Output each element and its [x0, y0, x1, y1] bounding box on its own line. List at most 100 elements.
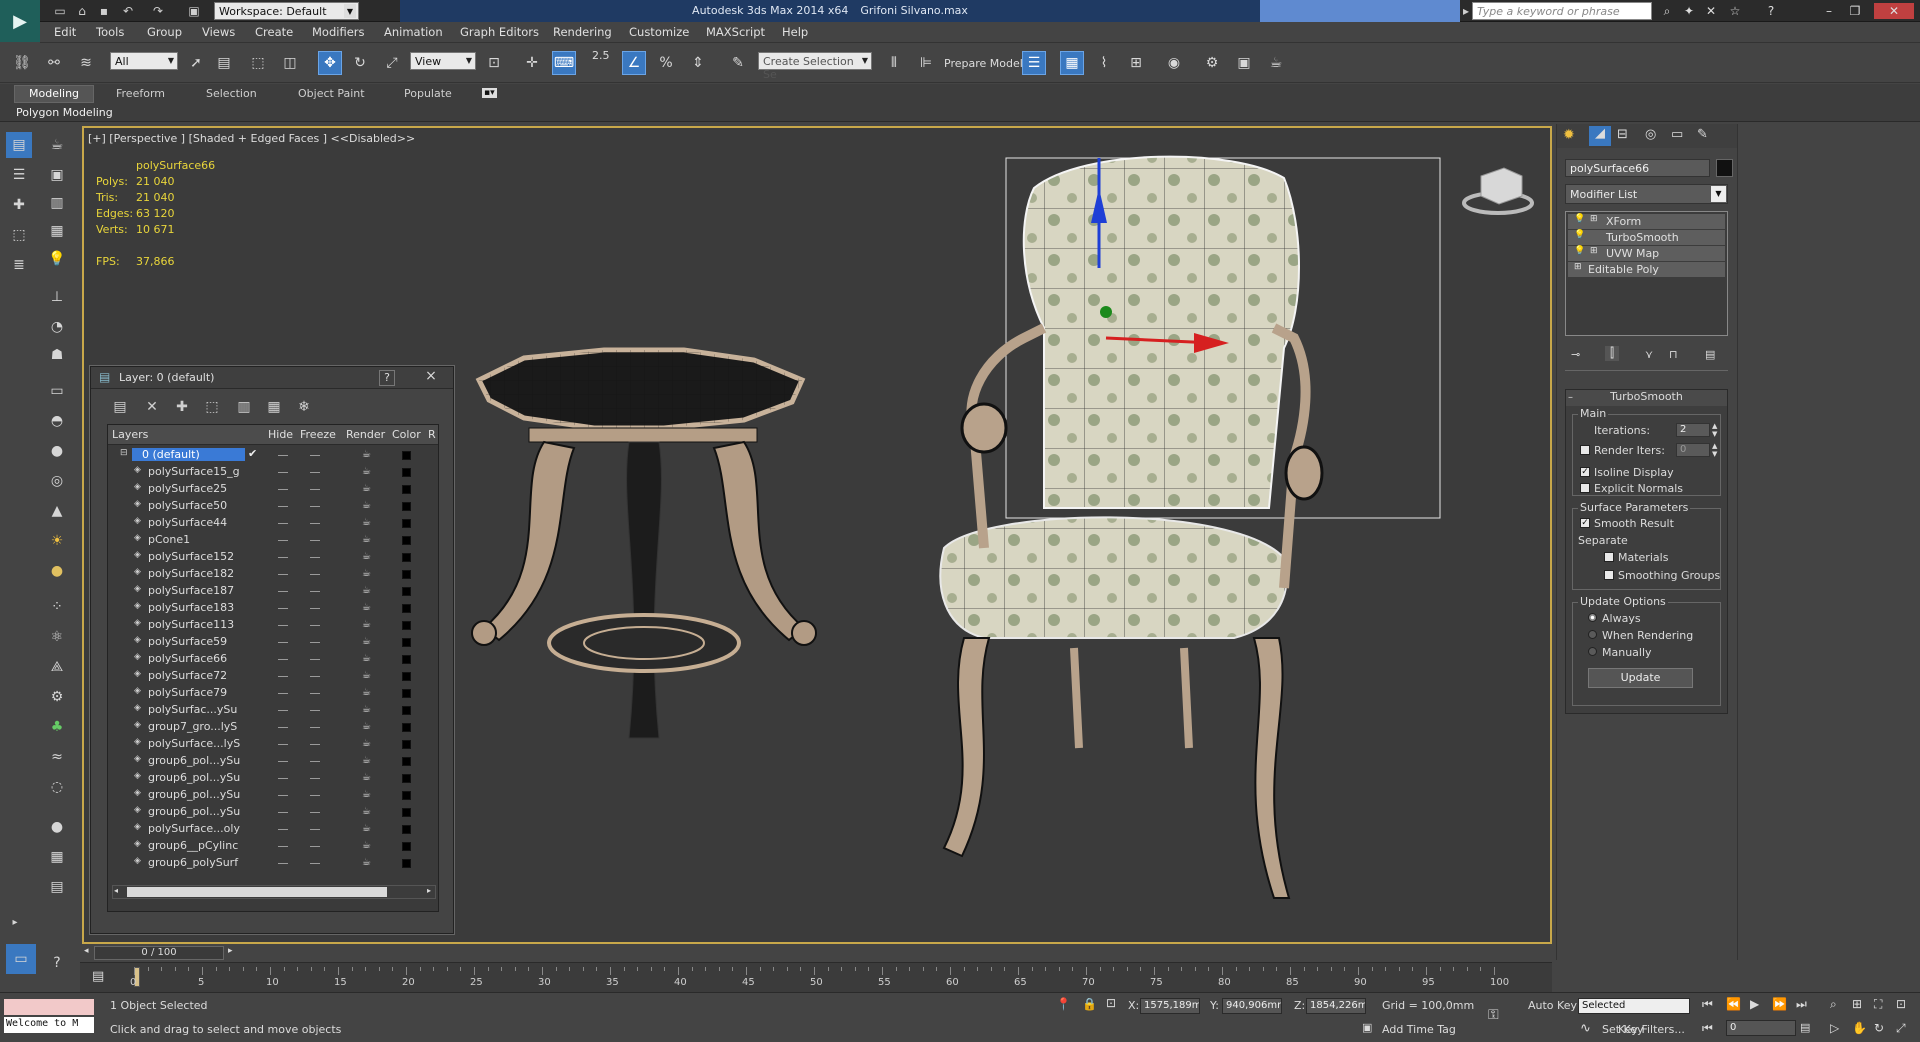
- hide-toggle[interactable]: [278, 744, 288, 745]
- layer-row[interactable]: ◈ polySurface183 ☕: [108, 600, 438, 617]
- layer-color-swatch[interactable]: [402, 842, 411, 851]
- modifier-editable-poly[interactable]: ⊞ Editable Poly: [1568, 262, 1725, 277]
- menu-create[interactable]: Create: [255, 25, 293, 39]
- hide-toggle[interactable]: [278, 472, 288, 473]
- object-icon[interactable]: ◈: [134, 516, 141, 526]
- zoom-all-icon[interactable]: ⊞: [1852, 997, 1862, 1011]
- render-teapot-icon[interactable]: ☕: [362, 687, 371, 698]
- workspace-dropdown[interactable]: Workspace: Default: [214, 2, 359, 20]
- highlight-layer-icon[interactable]: ▥: [233, 397, 255, 417]
- layer-color-swatch[interactable]: [402, 774, 411, 783]
- render-teapot-icon[interactable]: ☕: [362, 772, 371, 783]
- layer-color-swatch[interactable]: [402, 723, 411, 732]
- sphere-small-icon[interactable]: ●: [44, 814, 70, 840]
- layer-name[interactable]: polySurface187: [148, 584, 248, 597]
- next-frame-icon[interactable]: ⏩: [1772, 997, 1787, 1011]
- remove-modifier-icon[interactable]: ⊓: [1669, 348, 1678, 361]
- layer-name[interactable]: group7_gro...lyS: [148, 720, 248, 733]
- hide-toggle[interactable]: [278, 625, 288, 626]
- object-icon[interactable]: ◈: [134, 499, 141, 509]
- tab-object-paint[interactable]: Object Paint: [298, 87, 365, 100]
- layer-row[interactable]: ◈ group6_polySurf ☕: [108, 855, 438, 872]
- create-new-layer-icon[interactable]: ▤: [109, 397, 131, 417]
- modifier-xform[interactable]: 💡 ⊞ XForm: [1568, 214, 1725, 229]
- molecule-icon[interactable]: ⚛: [44, 624, 70, 650]
- object-icon[interactable]: ◈: [134, 771, 141, 781]
- layer-name[interactable]: group6_polySurf: [148, 856, 248, 869]
- save-icon[interactable]: ▪: [96, 3, 112, 19]
- favorites-icon[interactable]: ☆: [1726, 3, 1744, 19]
- render-teapot-icon[interactable]: ☕: [362, 738, 371, 749]
- pivot-center-icon[interactable]: ⊡: [482, 51, 506, 75]
- layer-row[interactable]: ◈ polySurface72 ☕: [108, 668, 438, 685]
- calculator-icon[interactable]: ▦: [44, 844, 70, 870]
- layer-row[interactable]: ◈ group6_pol...ySu ☕: [108, 787, 438, 804]
- expand-plus-icon[interactable]: ⊞: [1590, 214, 1598, 224]
- layer-dialog-help-button[interactable]: ?: [379, 370, 395, 386]
- object-icon[interactable]: ◈: [134, 805, 141, 815]
- plane-icon[interactable]: ▭: [44, 378, 70, 404]
- render-teapot-icon[interactable]: ☕: [362, 789, 371, 800]
- select-and-rotate-icon[interactable]: ↻: [348, 51, 372, 75]
- sound-icon[interactable]: ◔: [44, 314, 70, 340]
- object-icon[interactable]: ◈: [134, 550, 141, 560]
- app-logo[interactable]: ▶: [0, 0, 40, 42]
- layer-row[interactable]: ◈ polySurface...oly ☕: [108, 821, 438, 838]
- add-time-tag[interactable]: Add Time Tag: [1382, 1023, 1456, 1036]
- render-teapot-icon[interactable]: ☕: [362, 670, 371, 681]
- freeze-toggle[interactable]: [310, 727, 320, 728]
- layer-name[interactable]: polySurface15_g: [148, 465, 248, 478]
- freeze-toggle[interactable]: [310, 846, 320, 847]
- layer-name[interactable]: polySurface...lyS: [148, 737, 248, 750]
- selection-region-icon[interactable]: ⬚: [246, 51, 270, 75]
- menu-animation[interactable]: Animation: [384, 25, 443, 39]
- modifier-uvw-map[interactable]: 💡 ⊞ UVW Map: [1568, 246, 1725, 261]
- menu-tools[interactable]: Tools: [96, 25, 124, 39]
- select-object-icon[interactable]: ➚: [184, 51, 208, 75]
- render-teapot-icon[interactable]: ☕: [362, 653, 371, 664]
- layer-dialog-titlebar[interactable]: ▤ Layer: 0 (default) ? ×: [91, 367, 453, 389]
- render-teapot-icon[interactable]: ☕: [362, 568, 371, 579]
- search-input[interactable]: Type a keyword or phrase: [1472, 2, 1652, 20]
- shell-icon[interactable]: ◌: [44, 774, 70, 800]
- freeze-toggle[interactable]: [310, 642, 320, 643]
- modifier-list-arrow-icon[interactable]: ▼: [1711, 186, 1726, 202]
- hide-toggle[interactable]: [278, 642, 288, 643]
- robot-icon[interactable]: ☗: [44, 342, 70, 368]
- manipulate-icon[interactable]: ✛: [520, 51, 544, 75]
- layer-manager-icon[interactable]: ▦: [1060, 51, 1084, 75]
- material-editor-icon[interactable]: ◉: [1162, 51, 1186, 75]
- column-r[interactable]: R: [428, 428, 436, 441]
- freeze-toggle[interactable]: [310, 778, 320, 779]
- freeze-toggle[interactable]: [310, 710, 320, 711]
- object-icon[interactable]: ◈: [134, 856, 141, 866]
- create-plus-icon[interactable]: ✚: [6, 192, 32, 218]
- absolute-mode-icon[interactable]: ⊡: [1106, 996, 1116, 1010]
- column-render[interactable]: Render: [346, 428, 385, 441]
- menu-maxscript[interactable]: MAXScript: [706, 25, 765, 39]
- freeze-toggle[interactable]: [310, 744, 320, 745]
- polygon-modeling-label[interactable]: Polygon Modeling: [16, 106, 113, 119]
- lightbulb-icon[interactable]: 💡: [1574, 230, 1585, 240]
- cone-icon[interactable]: ▲: [44, 498, 70, 524]
- viewport-layout-icon[interactable]: ▭: [6, 944, 36, 974]
- object-icon[interactable]: ◈: [134, 567, 141, 577]
- go-to-end-icon[interactable]: ⏭: [1796, 997, 1807, 1012]
- layer-color-swatch[interactable]: [402, 757, 411, 766]
- layer-color-swatch[interactable]: [402, 451, 411, 460]
- layer-name[interactable]: group6_pol...ySu: [148, 754, 248, 767]
- column-layers[interactable]: Layers: [112, 428, 148, 441]
- freeze-all-layers-icon[interactable]: ❄: [293, 397, 315, 417]
- hide-toggle[interactable]: [278, 829, 288, 830]
- maxscript-listener-mini[interactable]: [4, 999, 94, 1015]
- layer-color-swatch[interactable]: [402, 859, 411, 868]
- materials-checkbox[interactable]: [1604, 552, 1614, 562]
- object-name-field[interactable]: polySurface66: [1565, 159, 1710, 177]
- prepare-model-label[interactable]: Prepare Model: [944, 57, 1023, 70]
- layer-row[interactable]: ◈ group6_pol...ySu ☕: [108, 770, 438, 787]
- layer-row[interactable]: ◈ polySurface66 ☕: [108, 651, 438, 668]
- angle-snap-icon[interactable]: ∠: [622, 51, 646, 75]
- layer-color-swatch[interactable]: [402, 502, 411, 511]
- menu-rendering[interactable]: Rendering: [553, 25, 612, 39]
- layer-name[interactable]: polySurface59: [148, 635, 248, 648]
